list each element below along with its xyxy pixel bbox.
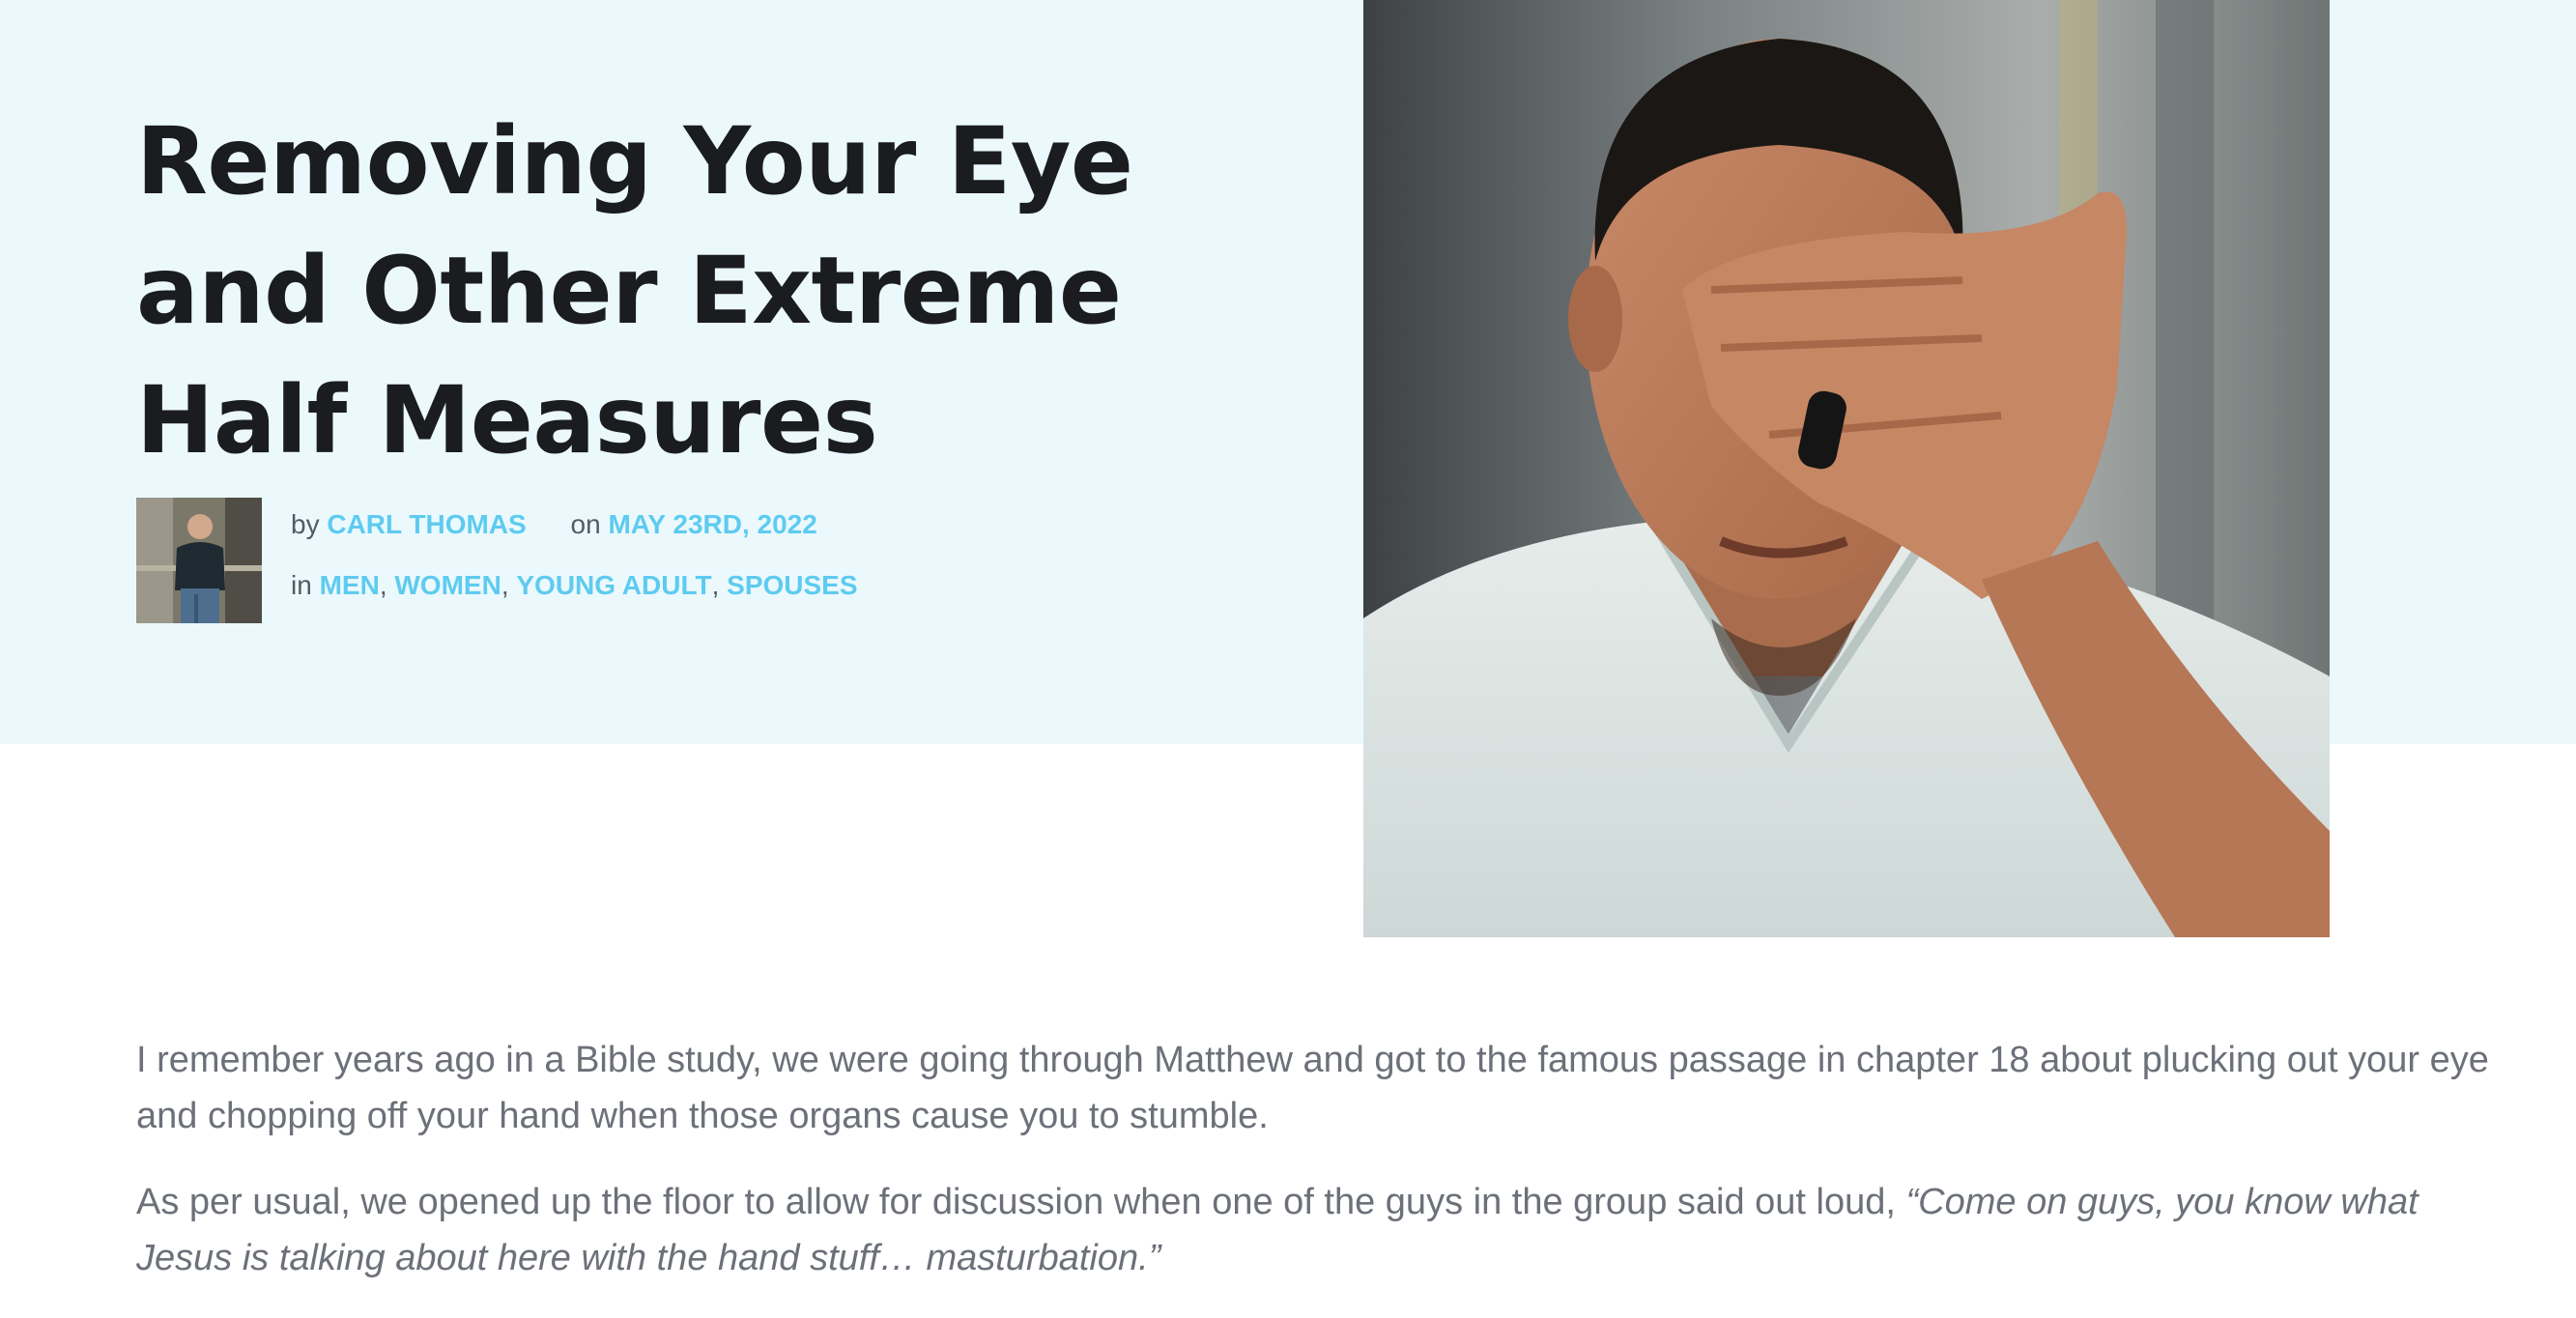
post-categories: in MEN, WOMEN, YOUNG ADULT, SPOUSES <box>291 570 858 601</box>
in-label: in <box>291 570 312 600</box>
post-date-link[interactable]: MAY 23RD, 2022 <box>608 509 816 539</box>
article-paragraph: I remember years ago in a Bible study, w… <box>136 1040 2489 1136</box>
post-title-line: Removing Your Eye <box>136 107 1133 215</box>
category-link-young-adult[interactable]: YOUNG ADULT <box>516 570 711 600</box>
on-label: on <box>570 509 601 539</box>
post-title: Removing Your Eye and Other Extreme Half… <box>136 97 1296 485</box>
post-byline: by CARL THOMAS on MAY 23RD, 2022 <box>291 509 817 540</box>
man-covering-eye-photo-icon <box>1363 0 2330 937</box>
category-separator: , <box>501 570 509 600</box>
article-page: Removing Your Eye and Other Extreme Half… <box>0 0 2576 1318</box>
category-separator: , <box>711 570 720 600</box>
author-link[interactable]: CARL THOMAS <box>327 509 526 539</box>
post-title-line: and Other Extreme <box>136 237 1122 345</box>
author-avatar[interactable] <box>136 498 262 623</box>
post-title-line: Half Measures <box>136 366 878 474</box>
featured-image <box>1363 0 2330 937</box>
category-link-men[interactable]: MEN <box>320 570 380 600</box>
category-link-spouses[interactable]: SPOUSES <box>727 570 857 600</box>
by-label: by <box>291 509 320 539</box>
category-separator: , <box>379 570 387 600</box>
paragraph-text: As per usual, we opened up the floor to … <box>136 1182 1906 1222</box>
category-link-women[interactable]: WOMEN <box>394 570 501 600</box>
article-paragraph: As per usual, we opened up the floor to … <box>136 1174 2513 1286</box>
author-photo-icon <box>136 498 262 623</box>
